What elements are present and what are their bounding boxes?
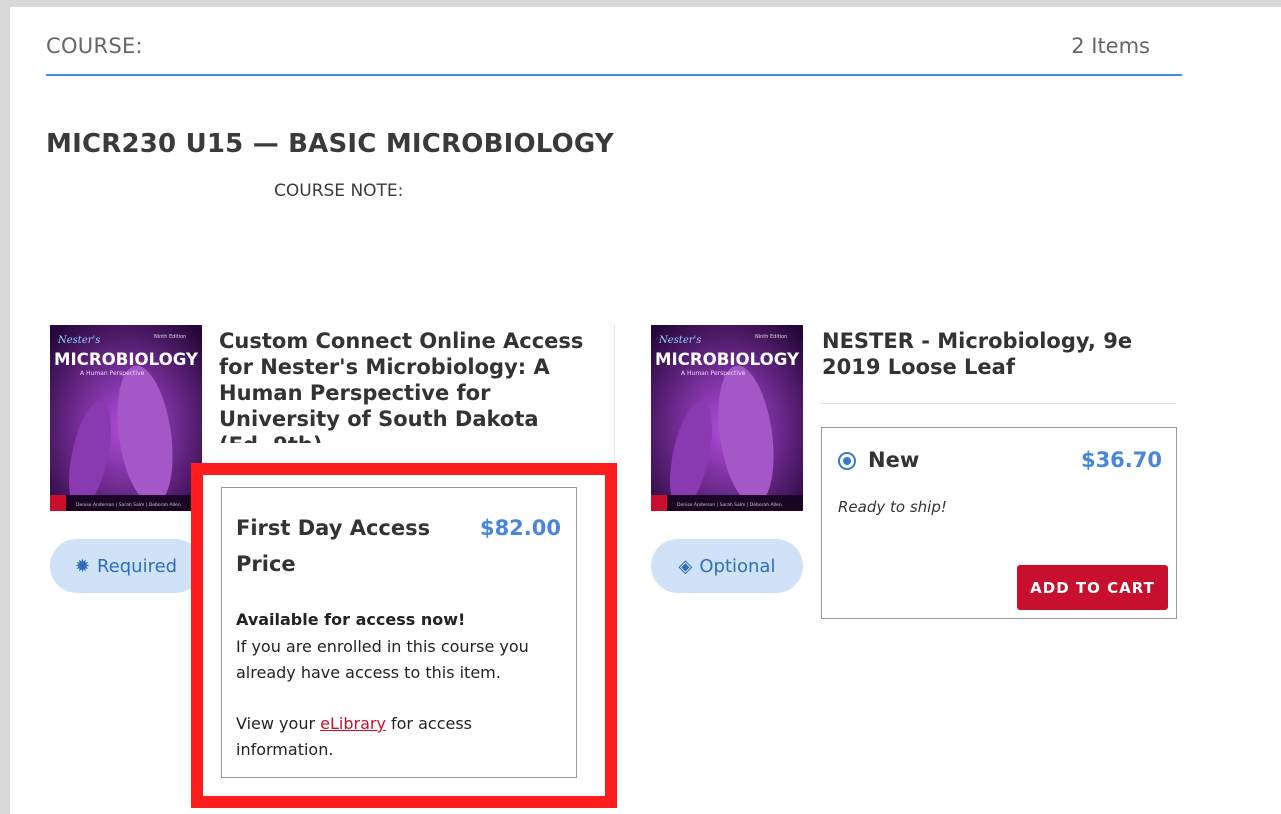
enrollment-info: If you are enrolled in this course you a… — [236, 637, 529, 682]
course-label: COURSE: — [46, 34, 143, 58]
book-cover-image[interactable]: Nester's Ninth Edition MICROBIOLOGY A Hu… — [50, 325, 202, 511]
new-radio-selected[interactable] — [838, 452, 856, 470]
product-divider — [614, 325, 615, 545]
first-day-access-box: First Day Access Price $82.00 Available … — [221, 487, 577, 778]
optional-label: Optional — [699, 555, 776, 577]
course-note-label: COURSE NOTE: — [274, 181, 404, 201]
title-divider — [820, 403, 1176, 404]
cover-title-text: MICROBIOLOGY — [655, 350, 800, 370]
cover-subtitle-text: A Human Perspective — [681, 370, 746, 377]
new-condition-label: New — [868, 448, 920, 472]
book-cover-image[interactable]: Nester's Ninth Edition MICROBIOLOGY A Hu… — [651, 325, 803, 511]
add-to-cart-button[interactable]: ADD TO CART — [1017, 565, 1168, 610]
availability-text: Available for access now! — [236, 610, 466, 629]
elibrary-info: View your eLibrary for access informatio… — [236, 711, 536, 763]
optional-badge: ◈ Optional — [651, 539, 803, 593]
page-panel: COURSE: 2 Items MICR230 U15 — BASIC MICR… — [10, 7, 1281, 814]
new-offer-box[interactable]: New $36.70 Ready to ship! ADD TO CART — [821, 427, 1177, 619]
required-label: Required — [96, 555, 178, 577]
course-header: COURSE: 2 Items — [46, 30, 1182, 76]
cover-subtitle-text: A Human Perspective — [80, 370, 145, 377]
cover-authors-text: Denise Anderson | Sarah Salm | Deborah A… — [76, 502, 181, 508]
new-price: $36.70 — [1080, 448, 1162, 472]
course-title: MICR230 U15 — BASIC MICROBIOLOGY — [46, 129, 614, 159]
first-day-access-label: First Day Access Price — [236, 516, 431, 576]
cover-edition-text: Ninth Edition — [755, 334, 787, 340]
items-count: 2 Items — [1071, 34, 1150, 58]
required-badge: ✹ Required — [50, 539, 202, 593]
cover-series-text: Nester's — [57, 335, 100, 346]
first-day-access-price: $82.00 — [479, 516, 561, 540]
cover-authors-text: Denise Anderson | Sarah Salm | Deborah A… — [677, 502, 782, 508]
cover-title-text: MICROBIOLOGY — [54, 350, 199, 370]
product-title-loose-leaf[interactable]: NESTER - Microbiology, 9e 2019 Loose Lea… — [822, 328, 1162, 380]
elibrary-prefix: View your — [236, 714, 321, 733]
shipping-status: Ready to ship! — [838, 498, 947, 516]
target-icon: ◈ — [678, 555, 693, 577]
product-title-connect[interactable]: Custom Connect Online Access for Nester'… — [219, 328, 589, 443]
elibrary-link[interactable]: eLibrary — [320, 714, 386, 733]
badge-icon: ✹ — [74, 555, 90, 577]
cover-series-text: Nester's — [658, 335, 701, 346]
cover-edition-text: Ninth Edition — [154, 334, 186, 340]
